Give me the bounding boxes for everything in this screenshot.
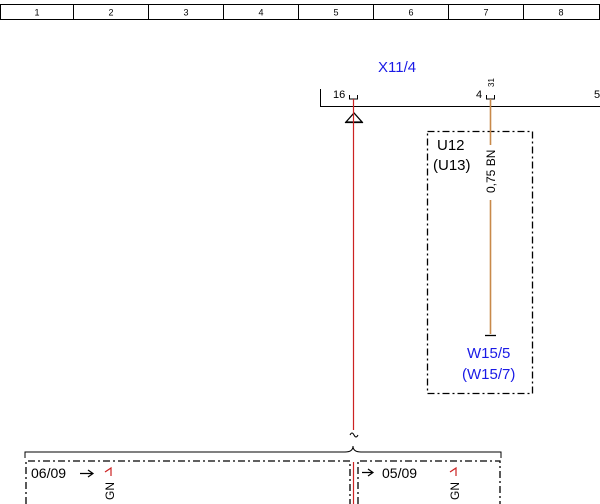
ref-left-label: 06/09	[31, 465, 66, 481]
pin-31-label: 31	[487, 78, 496, 87]
sub-box-left	[25, 460, 351, 504]
column-label-8: 8	[558, 8, 563, 18]
column-label-6: 6	[408, 8, 413, 18]
column-label-7: 7	[483, 8, 488, 18]
arrow-right-icon	[80, 469, 95, 478]
gn-right-label: GN	[448, 482, 462, 500]
pin-hook-right-icon	[449, 466, 457, 476]
pin-16-label: 16	[333, 89, 345, 101]
pin-4-socket	[486, 95, 495, 100]
wire-break-icon	[349, 432, 359, 438]
sub-box-right	[357, 460, 501, 504]
pin-4-label: 4	[476, 89, 482, 101]
column-label-3: 3	[183, 8, 188, 18]
pin-5-label: 5	[594, 89, 600, 101]
column-label-5: 5	[333, 8, 338, 18]
ref-right-label: 05/09	[382, 465, 417, 481]
arrow-right-icon-2	[362, 468, 375, 477]
column-header: 1 2 3 4 5 6 7 8	[0, 4, 600, 20]
component-alt-name: (U13)	[433, 157, 471, 174]
connector-w15-label: W15/5	[467, 345, 510, 362]
column-label-1: 1	[34, 8, 39, 18]
column-label-4: 4	[258, 8, 263, 18]
wiring-diagram: 1 2 3 4 5 6 7 8 X11/4 16 4 5 31 U12 (U13…	[0, 4, 600, 504]
wire-label: 0,75 BN	[484, 150, 498, 193]
connector-x11-4-bar	[320, 89, 600, 107]
connector-w15-alt-label: (W15/7)	[462, 366, 515, 383]
group-brace	[24, 445, 502, 458]
gn-left-label: GN	[103, 482, 117, 500]
pin-16-socket	[349, 95, 358, 100]
pin-hook-left-icon	[104, 466, 112, 476]
column-label-2: 2	[108, 8, 113, 18]
connector-x11-4-label: X11/4	[378, 59, 416, 76]
component-name: U12	[437, 137, 465, 154]
